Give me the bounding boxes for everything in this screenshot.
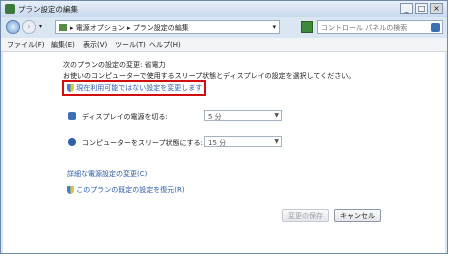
display-label: ディスプレイの電源を切る: — [82, 113, 168, 121]
address-path: ▸ 電源オプション ▸ プラン設定の編集 — [70, 24, 189, 32]
chevron-down-icon: ▼ — [274, 112, 279, 119]
display-timeout-select[interactable]: 5 分 ▼ — [204, 110, 282, 121]
maximize-button[interactable]: □ — [415, 3, 428, 14]
sleep-timeout-select[interactable]: 15 分 ▼ — [204, 136, 282, 147]
plan-heading: 次のプランの設定の変更: 省電力 — [63, 61, 166, 69]
recent-pages-dropdown[interactable]: ▾ — [39, 23, 42, 30]
forward-button[interactable]: › — [22, 20, 36, 34]
navigation-bar: ‹ › ▾ ▸ 電源オプション ▸ プラン設定の編集 ▾ — [1, 17, 447, 37]
title-bar: プラン設定の編集 _ □ × — [1, 1, 447, 17]
advanced-settings-link[interactable]: 詳細な電源設定の変更(C) — [67, 169, 147, 179]
sleep-timeout-value: 15 分 — [208, 139, 227, 147]
menu-help[interactable]: ヘルプ(H) — [149, 40, 181, 50]
window: プラン設定の編集 _ □ × ‹ › ▾ ▸ 電源オプション ▸ プラン設定の編… — [0, 0, 448, 254]
change-unavailable-settings[interactable]: 現在利用可能ではない設定を変更します — [67, 83, 202, 93]
display-timeout-value: 5 分 — [208, 113, 222, 121]
search-box[interactable] — [317, 20, 443, 34]
minimize-button[interactable]: _ — [400, 3, 413, 14]
power-options-icon — [5, 4, 15, 14]
menu-bar: ファイル(F) 編集(E) 表示(V) ツール(T) ヘルプ(H) — [1, 38, 447, 52]
address-bar[interactable]: ▸ 電源オプション ▸ プラン設定の編集 ▾ — [55, 20, 280, 34]
close-button[interactable]: × — [430, 3, 443, 14]
chevron-down-icon: ▼ — [274, 138, 279, 145]
shield-icon — [67, 84, 74, 92]
search-input[interactable] — [318, 22, 421, 33]
refresh-icon[interactable] — [301, 21, 313, 33]
window-title: プラン設定の編集 — [18, 5, 78, 14]
content-pane: 次のプランの設定の変更: 省電力 お使いのコンピューターで使用するスリープ状態と… — [3, 52, 445, 253]
cancel-button[interactable]: キャンセル — [334, 209, 381, 222]
sleep-label: コンピューターをスリープ状態にする: — [82, 139, 204, 147]
display-icon — [68, 112, 76, 120]
menu-file[interactable]: ファイル(F) — [7, 40, 45, 50]
menu-view[interactable]: 表示(V) — [83, 40, 107, 50]
menu-tools[interactable]: ツール(T) — [115, 40, 146, 50]
save-button[interactable]: 変更の保存 — [282, 209, 329, 222]
restore-defaults-link[interactable]: このプランの既定の設定を復元(R) — [76, 186, 184, 194]
restore-defaults[interactable]: このプランの既定の設定を復元(R) — [67, 185, 185, 195]
shield-icon — [67, 186, 74, 194]
control-panel-icon — [59, 24, 67, 31]
chevron-down-icon[interactable]: ▾ — [272, 23, 276, 31]
search-icon[interactable] — [431, 23, 440, 32]
back-button[interactable]: ‹ — [6, 20, 20, 34]
change-unavailable-link[interactable]: 現在利用可能ではない設定を変更します — [76, 84, 202, 92]
sleep-icon — [68, 138, 76, 146]
menu-edit[interactable]: 編集(E) — [51, 40, 75, 50]
